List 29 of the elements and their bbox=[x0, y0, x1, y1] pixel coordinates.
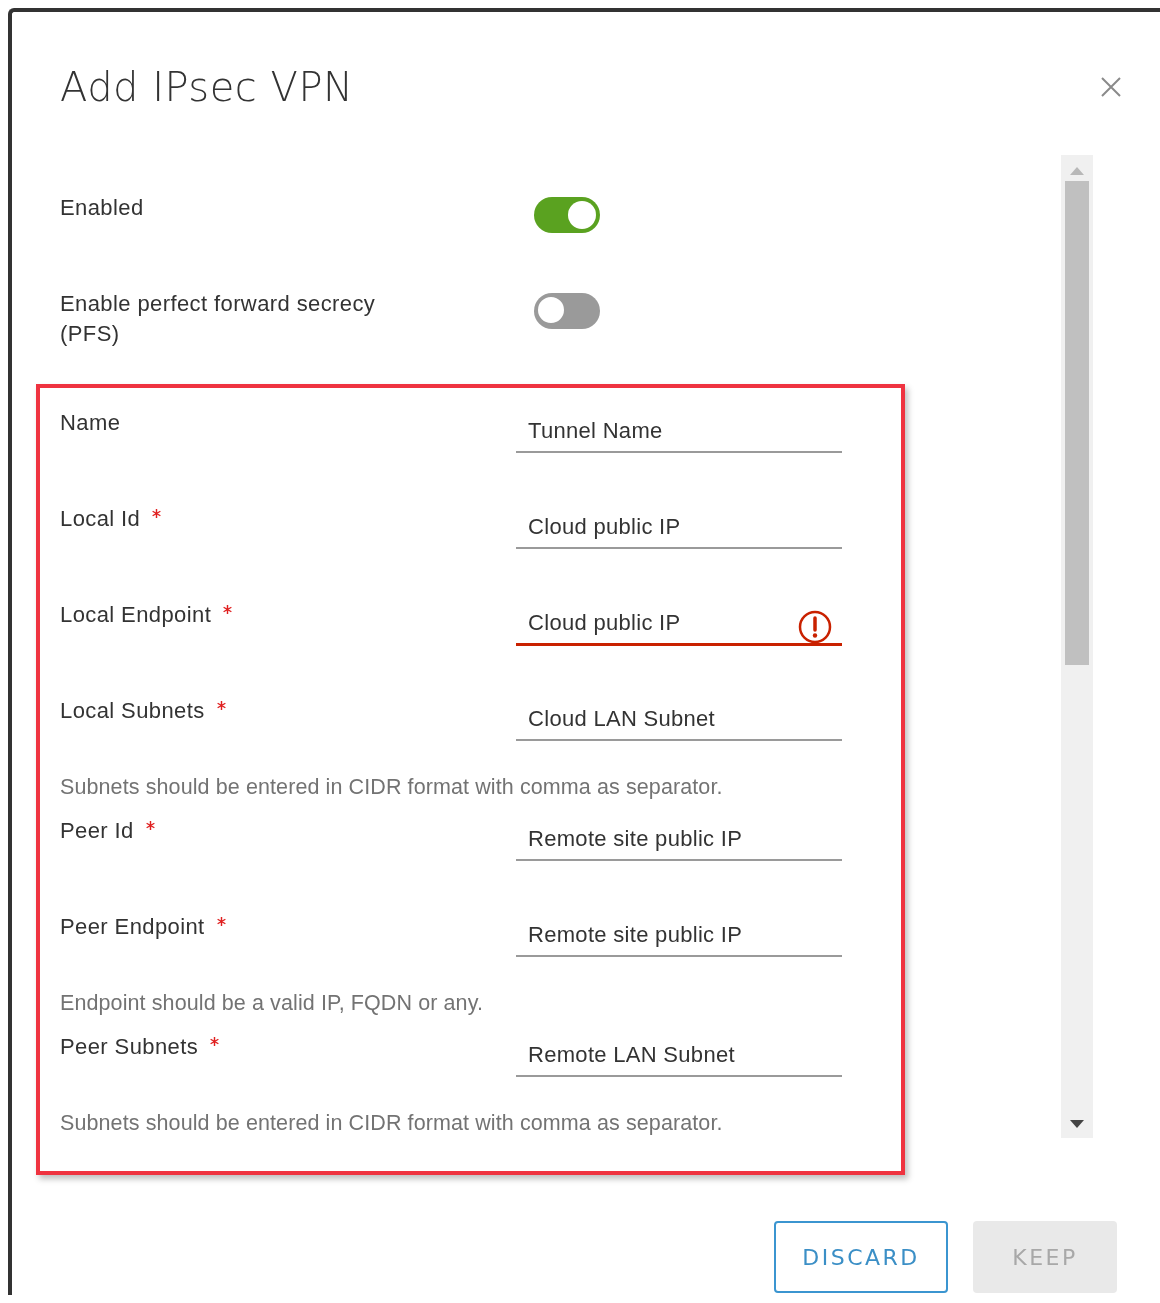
field-label: Local Subnets bbox=[60, 698, 205, 724]
scroll-up-icon[interactable] bbox=[1070, 167, 1084, 175]
text-field[interactable]: Cloud LAN Subnet bbox=[516, 700, 842, 741]
toggle-label: Enable perfect forward secrecy (PFS) bbox=[60, 290, 377, 348]
field-label: Local Endpoint bbox=[60, 602, 212, 628]
field-label: Local Id bbox=[60, 506, 141, 532]
text-field[interactable]: Remote site public IP bbox=[516, 820, 842, 861]
dialog-title: Add IPsec VPN bbox=[60, 64, 354, 110]
help-text: Subnets should be entered in CIDR format with comma as separator. bbox=[60, 1110, 724, 1136]
text-field[interactable]: Cloud public IP bbox=[516, 604, 842, 646]
discard-button[interactable]: DISCARD bbox=[774, 1221, 948, 1293]
toggle-label: Enabled bbox=[60, 194, 145, 222]
help-text: Endpoint should be a valid IP, FQDN or any. bbox=[60, 990, 484, 1017]
field-label: Peer Subnets bbox=[60, 1034, 199, 1060]
scrollbar-thumb[interactable] bbox=[1065, 181, 1089, 665]
error-icon bbox=[798, 610, 832, 644]
toggle-switch[interactable] bbox=[534, 293, 600, 329]
field-label: Name bbox=[60, 410, 121, 436]
scroll-down-icon[interactable] bbox=[1070, 1120, 1084, 1128]
close-icon[interactable] bbox=[1100, 76, 1122, 98]
text-field[interactable]: Remote site public IP bbox=[516, 916, 842, 957]
text-field[interactable]: Tunnel Name bbox=[516, 412, 842, 453]
text-field[interactable]: Cloud public IP bbox=[516, 508, 842, 549]
field-label: Peer Endpoint bbox=[60, 914, 205, 940]
help-text: Subnets should be entered in CIDR format with comma as separator. bbox=[60, 774, 724, 801]
field-label: Peer Id bbox=[60, 818, 134, 844]
toggle-switch[interactable] bbox=[534, 197, 600, 233]
scrollbar[interactable] bbox=[1061, 155, 1093, 1138]
text-field[interactable]: Remote LAN Subnet bbox=[516, 1036, 842, 1077]
